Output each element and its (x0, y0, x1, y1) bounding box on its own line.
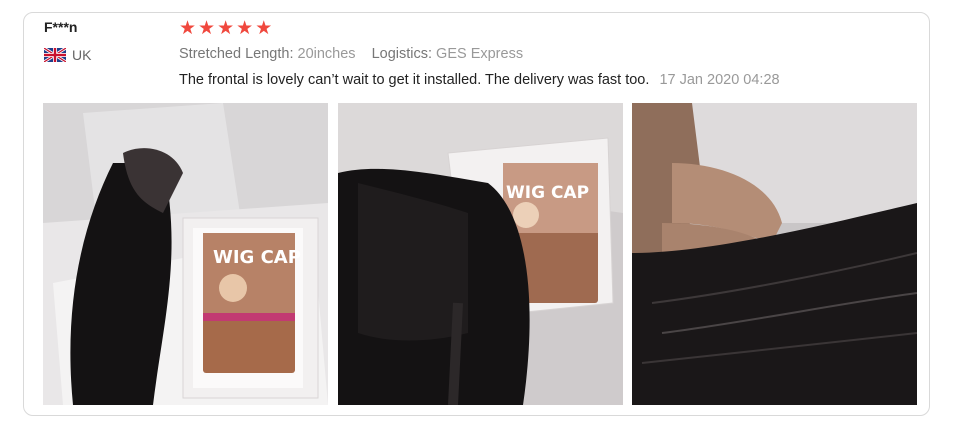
star-icon: ★ (236, 17, 254, 39)
star-icon: ★ (198, 17, 216, 39)
wig-cap-label: WIG CAP (213, 247, 301, 268)
rating-stars: ★ ★ ★ ★ ★ (179, 18, 272, 38)
attribute-logistics: Logistics: GES Express (372, 46, 524, 62)
attribute-label: Stretched Length: (179, 46, 294, 62)
reviewer-name: F***n (44, 19, 78, 35)
reviewer-country: UK (43, 46, 92, 64)
review-text: The frontal is lovely can’t wait to get … (179, 72, 650, 88)
star-icon: ★ (255, 17, 273, 39)
attribute-length: Stretched Length: 20inches (179, 46, 356, 62)
wig-cap-label: WIG CAP (506, 183, 589, 203)
review-text-line: The frontal is lovely can’t wait to get … (179, 72, 780, 88)
review-photo-3[interactable] (632, 103, 917, 405)
review-photo-1[interactable]: WIG CAP (43, 103, 328, 405)
review-date: 17 Jan 2020 04:28 (659, 72, 780, 88)
attribute-label: Logistics: (371, 46, 433, 62)
review-attributes: Stretched Length: 20inches Logistics: GE… (179, 46, 523, 62)
attribute-value: 20inches (297, 46, 356, 62)
star-icon: ★ (217, 17, 235, 39)
star-icon: ★ (179, 17, 197, 39)
review-photo-2[interactable]: WIG CAP (338, 103, 623, 405)
uk-flag-icon (43, 46, 67, 64)
country-label: UK (72, 47, 92, 63)
attribute-value: GES Express (436, 46, 524, 62)
